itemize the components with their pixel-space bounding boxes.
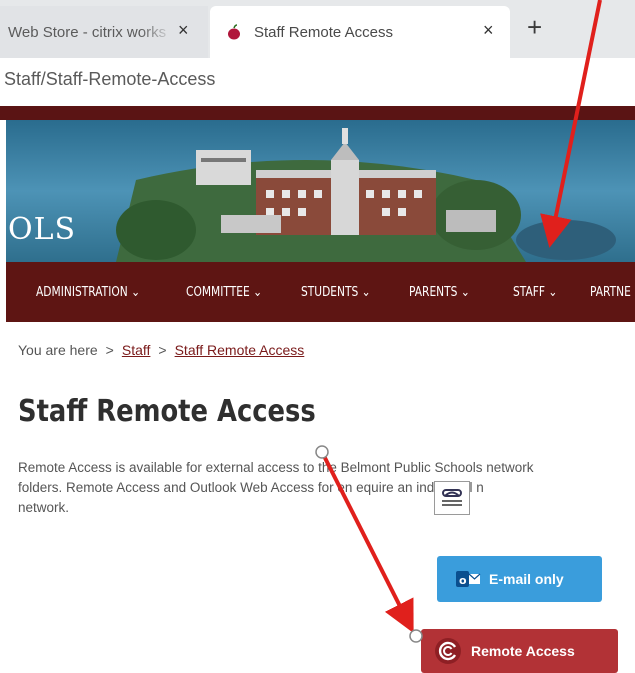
page-title: Staff Remote Access — [18, 394, 316, 429]
apple-icon — [228, 24, 240, 40]
nav-partners[interactable]: PARTNE — [590, 285, 631, 300]
nav-students[interactable]: STUDENTS ⌄ — [301, 285, 371, 300]
email-only-label: E-mail only — [489, 571, 564, 587]
main-navigation: ADMINISTRATION ⌄ COMMITTEE ⌄ STUDENTS ⌄ … — [6, 262, 635, 322]
nav-staff[interactable]: STAFF ⌄ — [513, 285, 557, 300]
banner-top-strip — [0, 106, 635, 120]
address-bar[interactable]: Staff/Staff-Remote-Access — [0, 58, 635, 104]
nav-parents[interactable]: PARENTS ⌄ — [409, 285, 470, 300]
tab-title: Staff Remote Access — [254, 23, 393, 41]
nav-administration[interactable]: ADMINISTRATION ⌄ — [36, 285, 140, 300]
close-icon[interactable]: × — [178, 20, 189, 41]
svg-text:o: o — [459, 574, 467, 587]
intro-paragraph: Remote Access is available for external … — [18, 458, 635, 518]
close-icon[interactable]: × — [483, 20, 494, 41]
outlook-icon: o — [456, 571, 481, 587]
paragraph-line: Remote Access is available for external … — [18, 460, 534, 475]
new-tab-button[interactable]: + — [527, 14, 542, 40]
remote-access-button[interactable]: Remote Access — [421, 629, 618, 673]
paragraph-line: folders. Remote Access and Outlook Web A… — [18, 480, 484, 495]
breadcrumb-prefix: You are here — [18, 342, 98, 358]
remote-access-label: Remote Access — [471, 643, 575, 659]
school-building-illustration — [6, 120, 635, 262]
hand-cursor-icon — [442, 489, 462, 506]
school-name-fragment: OLS — [8, 212, 77, 247]
breadcrumb-separator: > — [105, 342, 114, 358]
breadcrumb: You are here > Staff > Staff Remote Access — [18, 342, 304, 358]
school-banner: OLS — [6, 120, 635, 262]
paragraph-line: network. — [18, 500, 70, 515]
breadcrumb-separator: > — [158, 342, 167, 358]
breadcrumb-link-staff-remote-access[interactable]: Staff Remote Access — [175, 342, 305, 358]
email-only-button[interactable]: o E-mail only — [437, 556, 602, 602]
tab-title: Web Store - citrix works — [8, 23, 167, 41]
citrix-icon — [435, 638, 461, 664]
annotation-handle — [315, 445, 329, 459]
cursor-overlay — [434, 481, 470, 515]
nav-committee[interactable]: COMMITTEE ⌄ — [186, 285, 262, 300]
url-text[interactable]: Staff/Staff-Remote-Access — [4, 69, 215, 90]
tab-web-store[interactable]: Web Store - citrix works × — [0, 6, 208, 58]
breadcrumb-link-staff[interactable]: Staff — [122, 342, 151, 358]
browser-tab-strip: Web Store - citrix works × Staff Remote … — [0, 0, 635, 58]
tab-staff-remote-access[interactable]: Staff Remote Access × — [210, 6, 510, 58]
